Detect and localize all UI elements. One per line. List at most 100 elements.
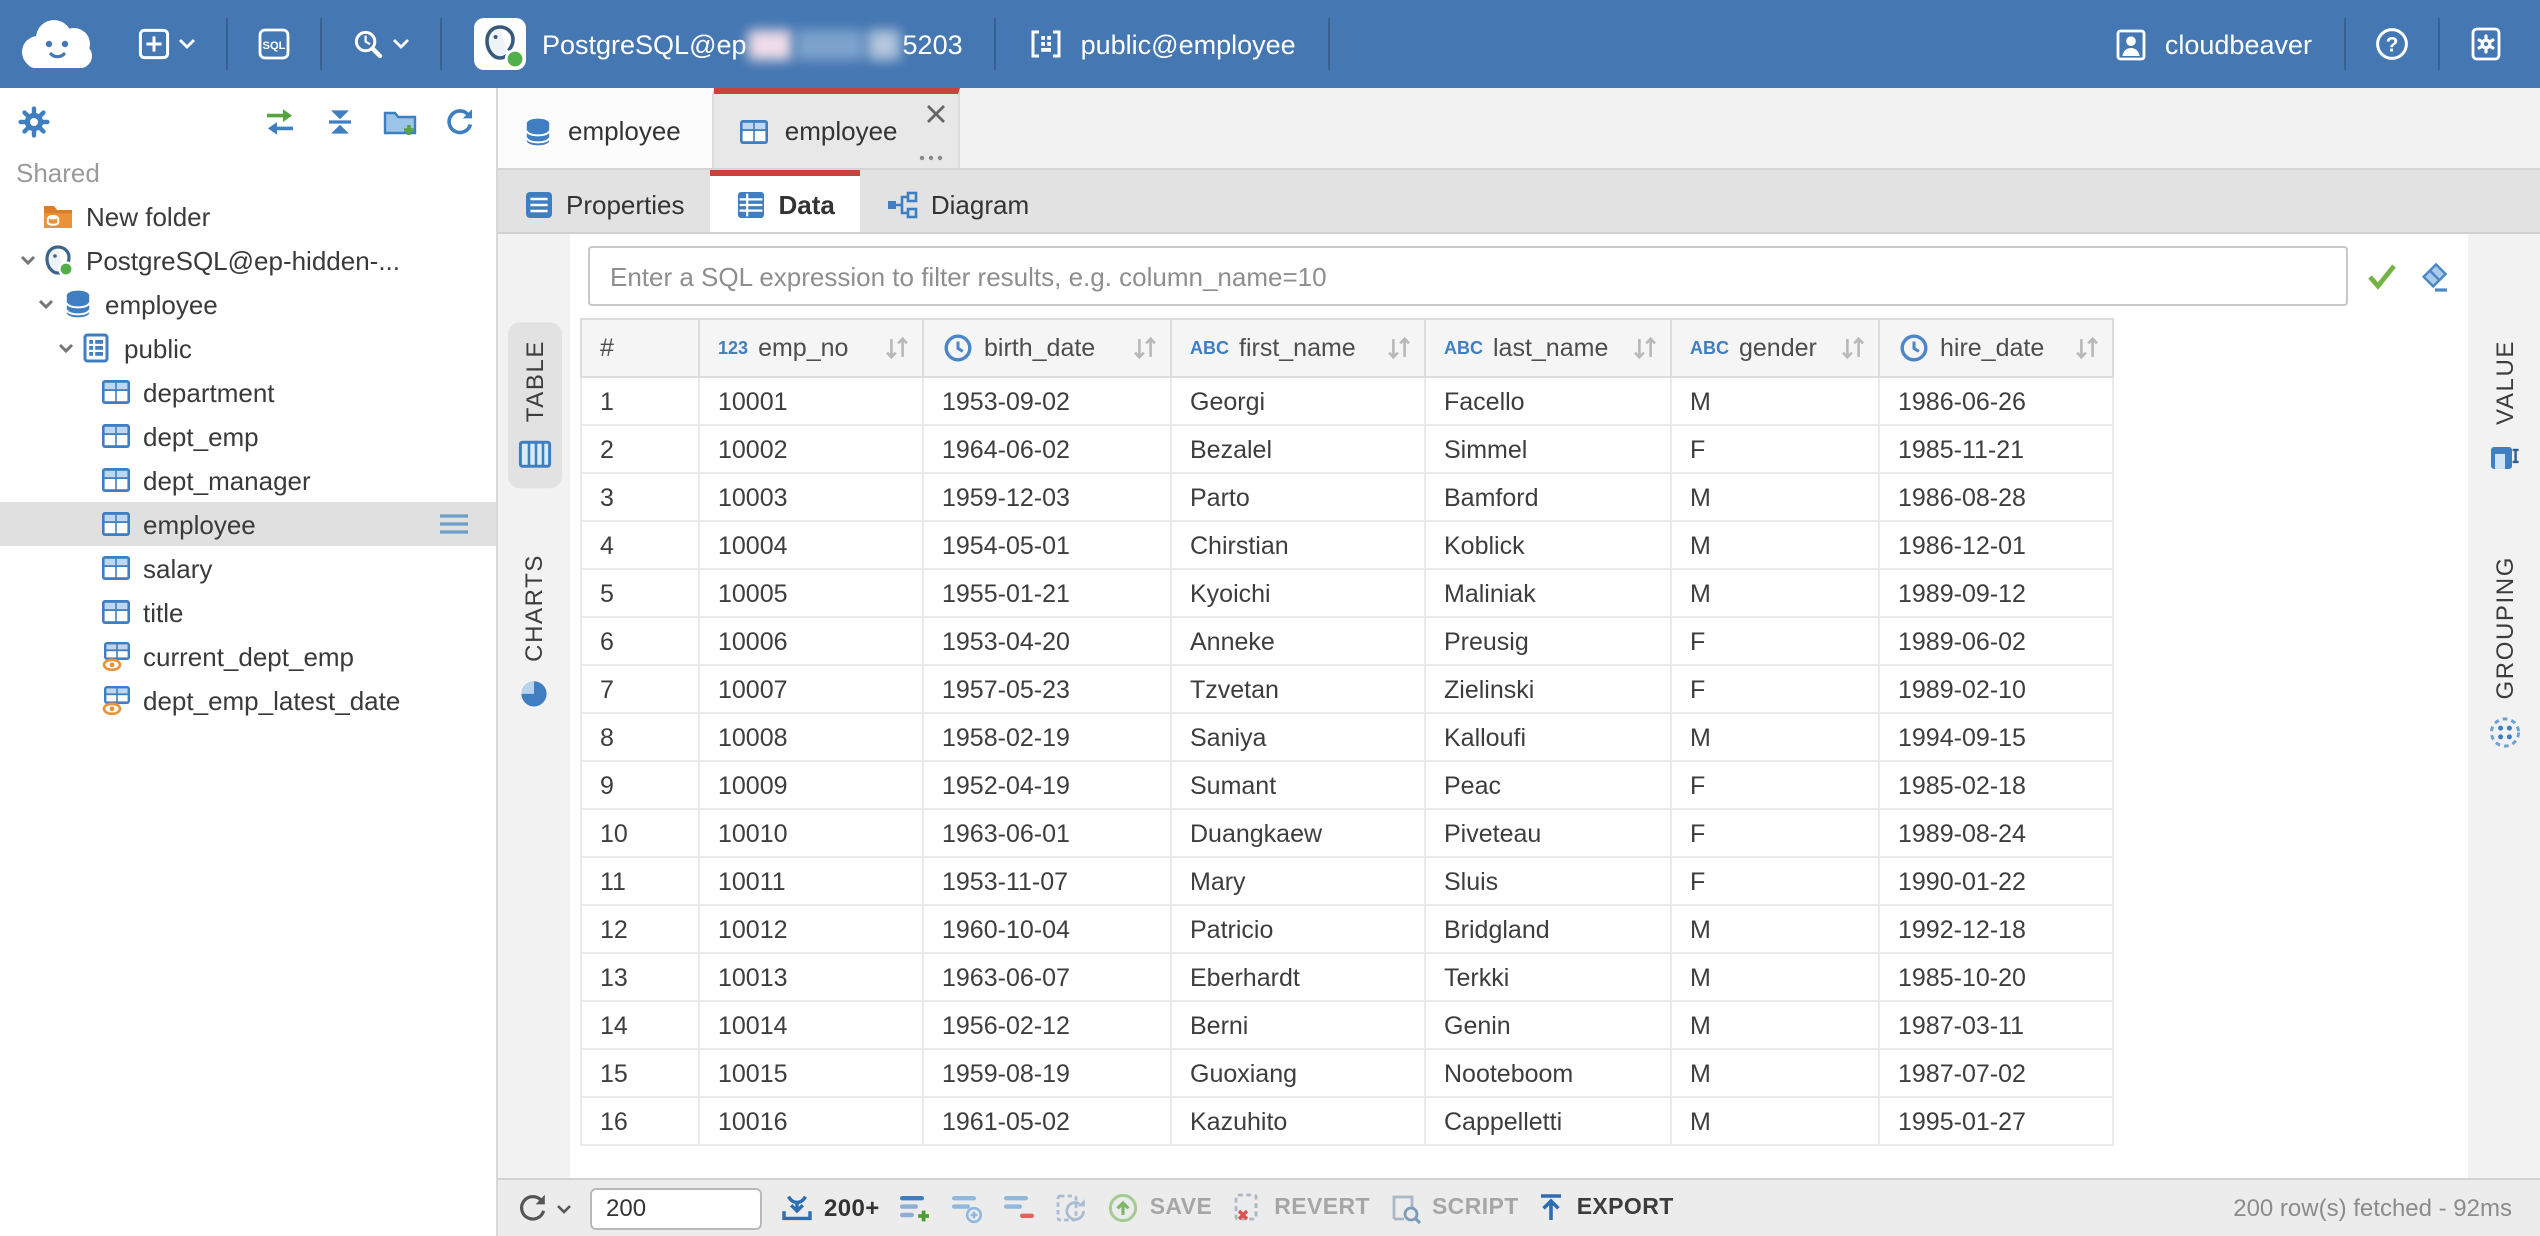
driver-tools-button[interactable] xyxy=(334,16,428,72)
row-number-cell[interactable]: 3 xyxy=(580,474,700,522)
row-number-cell[interactable]: 15 xyxy=(580,1050,700,1098)
row-number-cell[interactable]: 11 xyxy=(580,858,700,906)
data-cell[interactable]: 1986-06-26 xyxy=(1880,378,2114,426)
data-cell[interactable]: 1961-05-02 xyxy=(924,1098,1172,1146)
tab-data[interactable]: Data xyxy=(711,170,861,232)
data-cell[interactable]: 1963-06-07 xyxy=(924,954,1172,1002)
data-cell[interactable]: Mary xyxy=(1172,858,1426,906)
data-cell[interactable]: M xyxy=(1672,474,1880,522)
data-cell[interactable]: M xyxy=(1672,1002,1880,1050)
sort-icon[interactable] xyxy=(2072,334,2102,362)
item-menu-icon[interactable] xyxy=(438,512,470,536)
refresh-data-button[interactable] xyxy=(516,1192,550,1224)
column-header-emp_no[interactable]: 123emp_no xyxy=(700,318,924,378)
row-number-cell[interactable]: 10 xyxy=(580,810,700,858)
refresh-options-chevron-icon[interactable] xyxy=(556,1203,572,1213)
sql-editor-button[interactable]: SQL xyxy=(240,16,308,72)
tree-item-department[interactable]: department xyxy=(0,370,496,414)
data-cell[interactable]: 10015 xyxy=(700,1050,924,1098)
sort-icon[interactable] xyxy=(882,334,912,362)
data-cell[interactable]: 1989-09-12 xyxy=(1880,570,2114,618)
save-button[interactable]: SAVE xyxy=(1106,1192,1213,1224)
panel-tab-grouping[interactable]: GROUPING xyxy=(2477,539,2531,769)
data-cell[interactable]: Anneke xyxy=(1172,618,1426,666)
data-cell[interactable]: Kalloufi xyxy=(1426,714,1672,762)
chevron-down-icon[interactable] xyxy=(31,294,61,314)
sync-connection-icon[interactable] xyxy=(262,106,298,138)
data-cell[interactable]: 1964-06-02 xyxy=(924,426,1172,474)
sort-icon[interactable] xyxy=(1838,334,1868,362)
data-cell[interactable]: 1960-10-04 xyxy=(924,906,1172,954)
data-cell[interactable]: Patricio xyxy=(1172,906,1426,954)
script-button[interactable]: SCRIPT xyxy=(1388,1192,1519,1224)
data-cell[interactable]: 1953-11-07 xyxy=(924,858,1172,906)
row-number-cell[interactable]: 12 xyxy=(580,906,700,954)
cloudbeaver-logo-icon[interactable] xyxy=(16,14,100,74)
data-cell[interactable]: Bamford xyxy=(1426,474,1672,522)
data-cell[interactable]: Georgi xyxy=(1172,378,1426,426)
add-row-button[interactable] xyxy=(898,1192,932,1224)
data-cell[interactable]: 1992-12-18 xyxy=(1880,906,2114,954)
column-header-first_name[interactable]: ABCfirst_name xyxy=(1172,318,1426,378)
data-cell[interactable]: 1989-08-24 xyxy=(1880,810,2114,858)
data-cell[interactable]: 10001 xyxy=(700,378,924,426)
settings-button[interactable] xyxy=(2452,16,2520,72)
data-cell[interactable]: 10016 xyxy=(700,1098,924,1146)
data-cell[interactable]: Cappelletti xyxy=(1426,1098,1672,1146)
row-number-cell[interactable]: 2 xyxy=(580,426,700,474)
data-cell[interactable]: Sluis xyxy=(1426,858,1672,906)
data-cell[interactable]: 10007 xyxy=(700,666,924,714)
data-cell[interactable]: M xyxy=(1672,570,1880,618)
data-cell[interactable]: F xyxy=(1672,426,1880,474)
data-cell[interactable]: 1987-03-11 xyxy=(1880,1002,2114,1050)
data-cell[interactable]: Facello xyxy=(1426,378,1672,426)
data-cell[interactable]: 10002 xyxy=(700,426,924,474)
data-cell[interactable]: 1959-08-19 xyxy=(924,1050,1172,1098)
panel-tab-value[interactable]: VALUE xyxy=(2477,322,2531,491)
data-cell[interactable]: 1963-06-01 xyxy=(924,810,1172,858)
data-cell[interactable]: 1990-01-22 xyxy=(1880,858,2114,906)
data-cell[interactable]: F xyxy=(1672,762,1880,810)
data-cell[interactable]: M xyxy=(1672,954,1880,1002)
collapse-all-icon[interactable] xyxy=(324,106,356,138)
tab-properties[interactable]: Properties xyxy=(498,170,711,232)
data-cell[interactable]: 1985-02-18 xyxy=(1880,762,2114,810)
tree-item-dept-emp-latest-date[interactable]: dept_emp_latest_date xyxy=(0,678,496,722)
data-cell[interactable]: F xyxy=(1672,666,1880,714)
close-tab-icon[interactable] xyxy=(924,102,948,126)
row-number-header[interactable]: # xyxy=(580,318,700,378)
data-cell[interactable]: Bridgland xyxy=(1426,906,1672,954)
data-cell[interactable]: M xyxy=(1672,378,1880,426)
tree-item-employee[interactable]: employee xyxy=(0,502,496,546)
data-cell[interactable]: 10005 xyxy=(700,570,924,618)
tab-menu-icon[interactable] xyxy=(918,154,944,162)
refresh-tree-icon[interactable] xyxy=(444,106,476,138)
new-folder-icon[interactable] xyxy=(382,106,418,138)
data-cell[interactable]: Bezalel xyxy=(1172,426,1426,474)
data-cell[interactable]: 1958-02-19 xyxy=(924,714,1172,762)
data-cell[interactable]: Simmel xyxy=(1426,426,1672,474)
presentation-tab-charts[interactable]: CHARTS xyxy=(508,536,560,728)
data-cell[interactable]: Tzvetan xyxy=(1172,666,1426,714)
data-cell[interactable]: 1957-05-23 xyxy=(924,666,1172,714)
data-cell[interactable]: 1994-09-15 xyxy=(1880,714,2114,762)
chevron-down-icon[interactable] xyxy=(12,250,42,270)
data-cell[interactable]: 1955-01-21 xyxy=(924,570,1172,618)
data-cell[interactable]: Preusig xyxy=(1426,618,1672,666)
data-cell[interactable]: Terkki xyxy=(1426,954,1672,1002)
data-cell[interactable]: Chirstian xyxy=(1172,522,1426,570)
user-menu[interactable]: cloudbeaver xyxy=(2095,27,2332,61)
row-number-cell[interactable]: 9 xyxy=(580,762,700,810)
data-cell[interactable]: Eberhardt xyxy=(1172,954,1426,1002)
row-number-cell[interactable]: 14 xyxy=(580,1002,700,1050)
schema-selector[interactable]: public@employee xyxy=(1009,28,1316,60)
data-cell[interactable]: 1953-09-02 xyxy=(924,378,1172,426)
apply-filter-icon[interactable] xyxy=(2364,260,2400,292)
delete-row-button[interactable] xyxy=(1002,1192,1036,1224)
data-cell[interactable]: Peac xyxy=(1426,762,1672,810)
data-cell[interactable]: 10004 xyxy=(700,522,924,570)
row-number-cell[interactable]: 1 xyxy=(580,378,700,426)
sort-icon[interactable] xyxy=(1384,334,1414,362)
data-cell[interactable]: Parto xyxy=(1172,474,1426,522)
data-cell[interactable]: 1986-08-28 xyxy=(1880,474,2114,522)
